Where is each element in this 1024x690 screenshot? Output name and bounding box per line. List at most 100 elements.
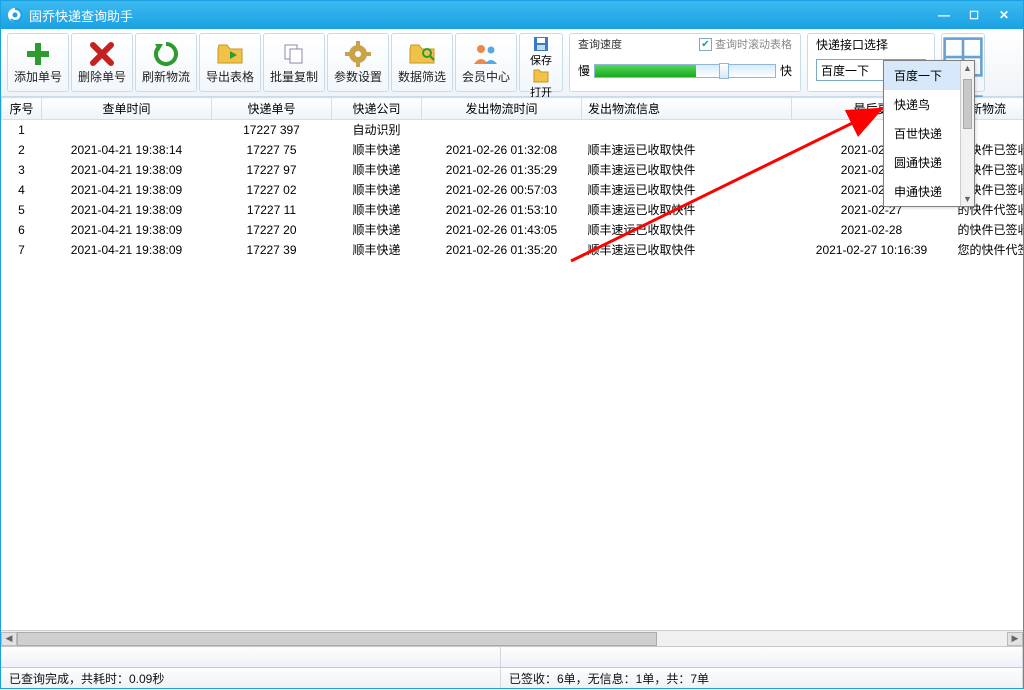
cell-last_info: 您的快件代签收 (952, 240, 1024, 260)
cell-idx: 2 (2, 140, 42, 160)
save-button[interactable]: 保存 (520, 36, 562, 68)
cell-track_no: 17227 75 (212, 140, 332, 160)
col-company[interactable]: 快递公司 (332, 98, 422, 120)
table-row[interactable]: 62021-04-21 19:38:0917227 20顺丰快递2021-02-… (2, 220, 1024, 240)
cell-idx: 1 (2, 120, 42, 140)
folder-filter-icon (408, 40, 436, 68)
status-bar-lower: 已查询完成，共耗时：0.09秒 已签收：6单，无信息：1单，共：7单 (1, 667, 1023, 688)
cell-track_no: 17227 11 (212, 200, 332, 220)
cell-sent_time: 2021-02-26 01:35:20 (422, 240, 582, 260)
col-sent-info[interactable]: 发出物流信息 (582, 98, 792, 120)
cell-company: 顺丰快递 (332, 160, 422, 180)
window-minimize-button[interactable] (931, 6, 957, 24)
cell-last_time: 2021-02-28 (792, 220, 952, 240)
col-track-no[interactable]: 快递单号 (212, 98, 332, 120)
panel-title: 快递接口选择 (816, 36, 926, 53)
cell-query_time: 2021-04-21 19:38:09 (42, 160, 212, 180)
toolbar: 添加单号 删除单号 刷新物流 导出表格 批量复制 参数设置 数据筛选 (1, 29, 1023, 97)
cell-sent_info: 顺丰速运已收取快件 (582, 220, 792, 240)
folder-export-icon (216, 40, 244, 68)
plus-icon (24, 40, 52, 68)
gear-icon (344, 40, 372, 68)
table-row[interactable]: 32021-04-21 19:38:0917227 97顺丰快递2021-02-… (2, 160, 1024, 180)
horizontal-scrollbar[interactable]: ◀ ▶ (1, 630, 1023, 646)
window-title: 固乔快递查询助手 (29, 6, 931, 25)
cell-query_time: 2021-04-21 19:38:09 (42, 200, 212, 220)
table-row[interactable]: 1 17227 397自动识别 (2, 120, 1024, 140)
cell-sent_time (422, 120, 582, 140)
cell-company: 自动识别 (332, 120, 422, 140)
query-speed-panel: 查询速度 ✔ 查询时滚动表格 慢 快 (569, 33, 801, 92)
api-dropdown-list: 百度一下 快递鸟 百世快递 圆通快递 申通快递 ▲▼ (883, 60, 975, 207)
status-query-done: 已查询完成，共耗时：0.09秒 (1, 668, 501, 688)
speed-fast-label: 快 (780, 62, 792, 79)
refresh-logistics-button[interactable]: 刷新物流 (135, 33, 197, 92)
table-row[interactable]: 52021-04-21 19:38:0917227 11顺丰快递2021-02-… (2, 200, 1024, 220)
cell-idx: 6 (2, 220, 42, 240)
window-maximize-button[interactable] (961, 6, 987, 24)
scroll-when-query-checkbox[interactable]: ✔ 查询时滚动表格 (699, 36, 792, 52)
cell-last_time: 2021-02-27 10:16:39 (792, 240, 952, 260)
cell-company: 顺丰快递 (332, 140, 422, 160)
cell-sent_info: 顺丰速运已收取快件 (582, 160, 792, 180)
cell-track_no: 17227 97 (212, 160, 332, 180)
status-summary: 已签收：6单，无信息：1单，共：7单 (501, 668, 1023, 688)
window-close-button[interactable] (991, 6, 1017, 24)
titlebar: 固乔快递查询助手 (1, 1, 1023, 29)
add-tracking-button[interactable]: 添加单号 (7, 33, 69, 92)
cell-sent_info (582, 120, 792, 140)
cell-query_time: 2021-04-21 19:38:09 (42, 220, 212, 240)
cell-query_time: 2021-04-21 19:38:09 (42, 240, 212, 260)
cell-sent_info: 顺丰速运已收取快件 (582, 140, 792, 160)
cell-track_no: 17227 397 (212, 120, 332, 140)
col-sent-time[interactable]: 发出物流时间 (422, 98, 582, 120)
cell-last_info: 的快件已签收 (952, 220, 1024, 240)
member-center-button[interactable]: 会员中心 (455, 33, 517, 92)
delete-tracking-button[interactable]: 删除单号 (71, 33, 133, 92)
cell-query_time: 2021-04-21 19:38:09 (42, 180, 212, 200)
cell-sent_info: 顺丰速运已收取快件 (582, 200, 792, 220)
cell-idx: 3 (2, 160, 42, 180)
app-icon (7, 7, 23, 23)
cell-company: 顺丰快递 (332, 200, 422, 220)
people-icon (472, 40, 500, 68)
param-settings-button[interactable]: 参数设置 (327, 33, 389, 92)
copy-icon (280, 40, 308, 68)
status-left-cell (1, 647, 501, 667)
cell-track_no: 17227 02 (212, 180, 332, 200)
speed-slider[interactable] (594, 64, 776, 78)
results-table[interactable]: 序号 查单时间 快递单号 快递公司 发出物流时间 发出物流信息 最后更 更新物流… (1, 97, 1023, 260)
cell-sent_time: 2021-02-26 01:35:29 (422, 160, 582, 180)
refresh-icon (152, 40, 180, 68)
table-row[interactable]: 22021-04-21 19:38:1417227 75顺丰快递2021-02-… (2, 140, 1024, 160)
col-query-time[interactable]: 查单时间 (42, 98, 212, 120)
results-grid-area: 序号 查单时间 快递单号 快递公司 发出物流时间 发出物流信息 最后更 更新物流… (1, 97, 1023, 646)
cell-sent_info: 顺丰速运已收取快件 (582, 180, 792, 200)
cell-sent_time: 2021-02-26 01:32:08 (422, 140, 582, 160)
batch-copy-button[interactable]: 批量复制 (263, 33, 325, 92)
checkbox-icon: ✔ (699, 38, 712, 51)
table-row[interactable]: 42021-04-21 19:38:0917227 02顺丰快递2021-02-… (2, 180, 1024, 200)
cell-track_no: 17227 20 (212, 220, 332, 240)
data-filter-button[interactable]: 数据筛选 (391, 33, 453, 92)
cell-sent_time: 2021-02-26 01:53:10 (422, 200, 582, 220)
export-table-button[interactable]: 导出表格 (199, 33, 261, 92)
cell-company: 顺丰快递 (332, 220, 422, 240)
cell-track_no: 17227 39 (212, 240, 332, 260)
cell-query_time: 2021-04-21 19:38:14 (42, 140, 212, 160)
cell-sent_time: 2021-02-26 00:57:03 (422, 180, 582, 200)
folder-open-icon (533, 68, 549, 84)
cell-idx: 4 (2, 180, 42, 200)
x-icon (88, 40, 116, 68)
table-row[interactable]: 72021-04-21 19:38:0917227 39顺丰快递2021-02-… (2, 240, 1024, 260)
cell-idx: 7 (2, 240, 42, 260)
cell-sent_info: 顺丰速运已收取快件 (582, 240, 792, 260)
col-idx[interactable]: 序号 (2, 98, 42, 120)
open-button[interactable]: 打开 (520, 68, 562, 100)
speed-slow-label: 慢 (578, 62, 590, 79)
cell-company: 顺丰快递 (332, 180, 422, 200)
cell-idx: 5 (2, 200, 42, 220)
cell-company: 顺丰快递 (332, 240, 422, 260)
dropdown-scrollbar[interactable]: ▲▼ (960, 61, 974, 206)
cell-sent_time: 2021-02-26 01:43:05 (422, 220, 582, 240)
